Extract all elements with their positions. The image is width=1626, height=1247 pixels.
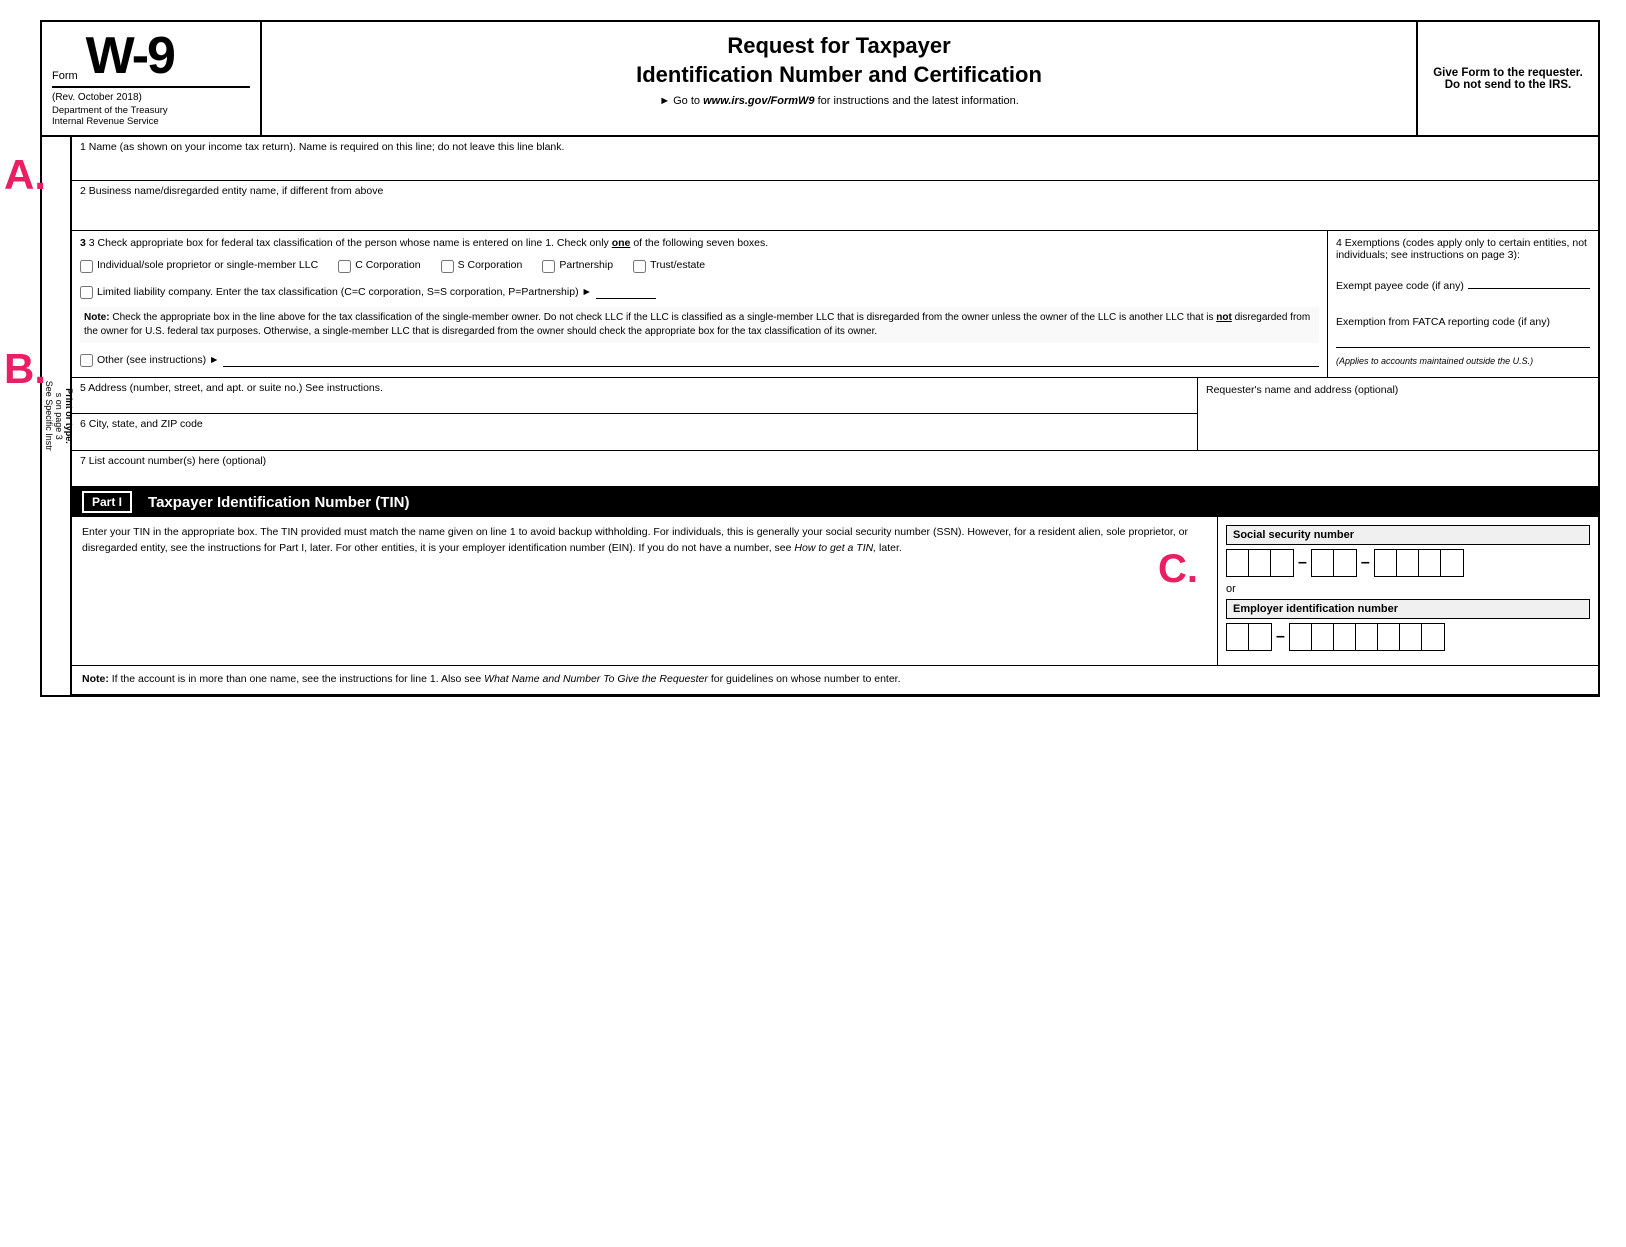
sidebar-print: Print or type. [64,388,74,444]
annotation-a: A. [4,151,46,199]
part-1-title: Taxpayer Identification Number (TIN) [148,494,409,511]
main-content: 1 Name (as shown on your income tax retu… [72,137,1598,695]
line-1-label: 1 Name (as shown on your income tax retu… [80,141,1590,153]
col-3: 3 3 Check appropriate box for federal ta… [72,231,1328,377]
ssn-box-3 [1374,549,1464,577]
form-header: Form W-9 (Rev. October 2018) Department … [42,22,1598,137]
ssn-cell-8[interactable] [1419,550,1441,576]
ssn-box-2 [1311,549,1357,577]
line-7-label: 7 List account number(s) here (optional) [80,455,1590,467]
ssn-cell-2[interactable] [1249,550,1271,576]
sidebar-page: s on page 3 [54,392,64,439]
header-center: Request for Taxpayer Identification Numb… [262,22,1418,135]
form-rev: (Rev. October 2018) [52,92,250,103]
header-left: Form W-9 (Rev. October 2018) Department … [42,22,262,135]
form-w9: Form W-9 (Rev. October 2018) Department … [40,20,1600,697]
line-4-label: 4 Exemptions (codes apply only to certai… [1336,237,1590,261]
ein-cell-6[interactable] [1356,624,1378,650]
ein-label: Employer identification number [1226,599,1590,619]
ssn-cell-1[interactable] [1227,550,1249,576]
fatca-input[interactable] [1336,334,1590,348]
ssn-cell-9[interactable] [1441,550,1463,576]
ssn-cell-4[interactable] [1312,550,1334,576]
checkbox-individual: Individual/sole proprietor or single-mem… [80,259,318,273]
checkboxes-row-1: Individual/sole proprietor or single-mem… [80,259,1319,273]
ssn-cell-6[interactable] [1375,550,1397,576]
llc-input[interactable] [596,285,656,299]
checkbox-trust-input[interactable] [633,260,646,273]
annotation-b: B. [4,345,46,393]
checkbox-c-corp: C Corporation [338,259,420,273]
or-text: or [1226,583,1590,595]
checkbox-trust: Trust/estate [633,259,705,273]
line-1-box: 1 Name (as shown on your income tax retu… [72,137,1598,181]
other-input[interactable] [223,353,1319,367]
part-1-body: Enter your TIN in the appropriate box. T… [72,517,1598,666]
ssn-cell-5[interactable] [1334,550,1356,576]
llc-row: Limited liability company. Enter the tax… [80,285,1319,299]
ssn-dash-1: – [1298,554,1307,572]
form-label: Form [52,70,78,82]
exempt-payee-input[interactable] [1468,275,1590,289]
ein-box-2 [1289,623,1445,651]
line-3-label: 3 3 Check appropriate box for federal ta… [80,237,1319,249]
fatca-line: Exemption from FATCA reporting code (if … [1336,316,1590,328]
requesters-label: Requester's name and address (optional) [1206,384,1590,396]
ssn-dash-2: – [1361,554,1370,572]
sidebar: See Specific Instr s on page 3 Print or … [42,137,72,695]
checkbox-individual-input[interactable] [80,260,93,273]
ssn-boxes: – – [1226,549,1590,577]
ssn-box-1 [1226,549,1294,577]
checkbox-partnership: Partnership [542,259,613,273]
part-1-note: Note: If the account is in more than one… [72,666,1598,695]
ein-cell-5[interactable] [1334,624,1356,650]
ssn-cell-3[interactable] [1271,550,1293,576]
part-1-label: Part I [82,491,132,513]
form-title: Request for Taxpayer Identification Numb… [282,32,1396,89]
annotation-c: C. [1158,547,1198,592]
checkbox-c-corp-input[interactable] [338,260,351,273]
ein-boxes: – [1226,623,1590,651]
line-5: 5 Address (number, street, and apt. or s… [72,378,1197,414]
line-2-label: 2 Business name/disregarded entity name,… [80,185,1590,197]
ssn-label: Social security number [1226,525,1590,545]
col-4: 4 Exemptions (codes apply only to certai… [1328,231,1598,377]
fatca-note: (Applies to accounts maintained outside … [1336,356,1590,366]
form-number: W-9 [86,30,174,82]
ein-cell-4[interactable] [1312,624,1334,650]
address-section: 5 Address (number, street, and apt. or s… [72,378,1598,451]
ein-cell-9[interactable] [1422,624,1444,650]
line-7-box: 7 List account number(s) here (optional) [72,451,1598,487]
requesters-section: Requester's name and address (optional) [1198,378,1598,450]
ein-box-1 [1226,623,1272,651]
checkbox-s-corp-input[interactable] [441,260,454,273]
address-col-left: 5 Address (number, street, and apt. or s… [72,378,1198,450]
form-goto-url: www.irs.gov/FormW9 [703,95,814,107]
checkbox-other-input[interactable] [80,354,93,367]
other-row: Other (see instructions) ► [80,353,1319,367]
sidebar-see: See Specific Instr [44,381,54,451]
form-dept2: Internal Revenue Service [52,116,250,127]
header-right: Give Form to the requester. Do not send … [1418,22,1598,135]
form-dept1: Department of the Treasury [52,105,250,116]
part-1-header: Part I Taxpayer Identification Number (T… [72,487,1598,517]
part-1-right: C. Social security number – [1218,517,1598,665]
row-3-4: 3 3 Check appropriate box for federal ta… [72,231,1598,378]
line-6: 6 City, state, and ZIP code [72,414,1197,450]
ein-cell-8[interactable] [1400,624,1422,650]
exempt-payee-line: Exempt payee code (if any) [1336,275,1590,292]
form-goto: ► Go to www.irs.gov/FormW9 for instructi… [282,95,1396,107]
ein-cell-2[interactable] [1249,624,1271,650]
checkbox-s-corp: S Corporation [441,259,523,273]
checkbox-llc-input[interactable] [80,286,93,299]
ein-dash-1: – [1276,628,1285,646]
ein-cell-1[interactable] [1227,624,1249,650]
checkbox-partnership-input[interactable] [542,260,555,273]
line-2-box: 2 Business name/disregarded entity name,… [72,181,1598,231]
ein-cell-7[interactable] [1378,624,1400,650]
note-block: Note: Check the appropriate box in the l… [80,307,1319,343]
ein-cell-3[interactable] [1290,624,1312,650]
part-1-left: Enter your TIN in the appropriate box. T… [72,517,1218,665]
ssn-cell-7[interactable] [1397,550,1419,576]
